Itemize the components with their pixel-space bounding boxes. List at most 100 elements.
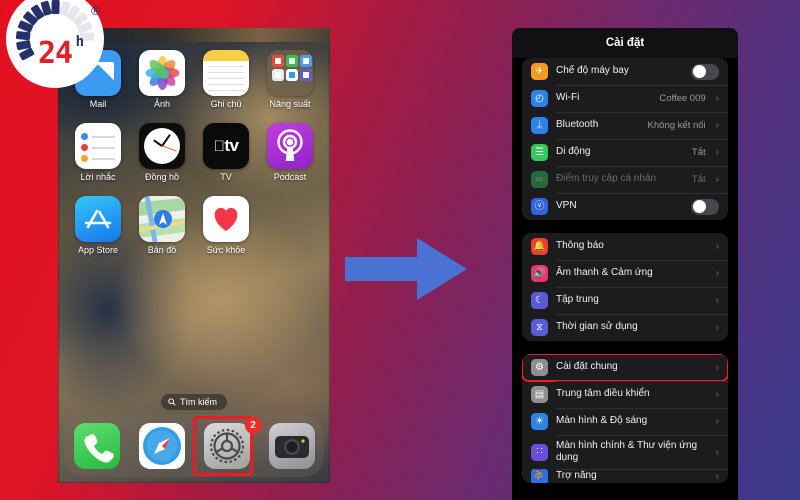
chevron-right-icon: › xyxy=(715,93,719,104)
settings-row-toggle[interactable] xyxy=(691,198,719,215)
app-label: Bản đồ xyxy=(147,245,177,255)
settings-row-t-p-trung[interactable]: ☾ Tập trung › xyxy=(522,287,728,314)
chevron-right-icon: › xyxy=(715,389,719,400)
settings-row-th-ng-b-o[interactable]: 🔔 Thông báo › xyxy=(522,233,728,260)
settings-row-label: VPN xyxy=(556,200,577,212)
settings-row-c-i-t-chung[interactable]: ⚙ Cài đặt chung › xyxy=(522,354,728,382)
settings-row-ch-m-y-bay[interactable]: ✈ Chế độ máy bay xyxy=(522,58,728,85)
settings-row-label: Màn hình & Độ sáng xyxy=(556,415,648,427)
settings-row-label: Âm thanh & Cảm ứng xyxy=(556,267,653,279)
settings-row-toggle[interactable] xyxy=(691,63,719,80)
settings-row-value: Không kết nối xyxy=(647,120,706,131)
health-icon xyxy=(203,196,249,242)
toggle-knob xyxy=(692,200,706,213)
reminder-line xyxy=(92,136,115,138)
chevron-right-icon: › xyxy=(715,362,719,373)
wifi-icon: ◴ xyxy=(531,90,548,107)
reminder-line xyxy=(92,158,115,160)
phone-home-screen: Mail Ảnh Ghi chú Năng suất Lời nhắc Đồng… xyxy=(58,28,330,483)
reminder-dot xyxy=(81,133,88,140)
hotspot-icon: ∞ xyxy=(531,171,548,188)
bottom-fade xyxy=(512,482,738,500)
dock-item-camera[interactable] xyxy=(264,423,320,469)
app-icon-clock[interactable]: Đồng hồ xyxy=(130,123,194,182)
accessibility-icon: ⛹ xyxy=(531,469,548,483)
chevron-right-icon: › xyxy=(715,322,719,333)
notes-line xyxy=(208,66,244,67)
notes-icon xyxy=(203,50,249,96)
reminders-icon xyxy=(75,123,121,169)
photos-icon xyxy=(139,50,185,96)
settings-row-vpn[interactable]: ⓥ VPN xyxy=(522,193,728,220)
settings-row-bluetooth[interactable]: ᛦ Bluetooth Không kết nối › xyxy=(522,112,728,139)
speaker-icon: 🔊 xyxy=(531,265,548,282)
settings-row-label: Di động xyxy=(556,146,591,158)
dock: 2 xyxy=(64,415,324,477)
settings-row-trung-t-m-i-u-khi-n[interactable]: ▤ Trung tâm điều khiển › xyxy=(522,381,728,408)
settings-row-m-n-h-nh-ch-nh-th-vi-n-ng-d-ng[interactable]: ∷ Màn hình chính & Thư viện ứng dụng › xyxy=(522,435,728,469)
settings-row-label: Trung tâm điều khiển xyxy=(556,388,650,400)
app-icon-tv[interactable]: tv TV xyxy=(194,123,258,182)
safari-icon xyxy=(138,423,185,469)
folder-mini-icon xyxy=(286,55,298,67)
settings-row-tr-n-ng[interactable]: ⛹ Trợ năng › xyxy=(522,469,728,483)
app-folder-productivity[interactable]: Năng suất xyxy=(258,50,322,109)
app-icon-notes[interactable]: Ghi chú xyxy=(194,50,258,109)
app-label: Sức khỏe xyxy=(206,245,246,255)
search-pill[interactable]: Tìm kiếm xyxy=(161,394,227,410)
search-icon xyxy=(168,398,176,406)
podcast-icon xyxy=(267,123,313,169)
folder-mini-icon xyxy=(272,55,284,67)
dock-item-settings[interactable]: 2 xyxy=(192,416,262,476)
appstore-icon xyxy=(75,196,121,242)
bell-icon: 🔔 xyxy=(531,238,548,255)
app-label: Ghi chú xyxy=(210,99,242,109)
control-center-icon: ▤ xyxy=(531,386,548,403)
chevron-right-icon: › xyxy=(715,416,719,427)
right-arrow xyxy=(345,238,467,305)
tv-icon: tv xyxy=(203,123,249,169)
chevron-right-icon: › xyxy=(715,174,719,185)
settings-row-label: Điểm truy cập cá nhân xyxy=(556,173,657,185)
app-icon-podcast[interactable]: Podcast xyxy=(258,123,322,182)
app-icon-appstore[interactable]: App Store xyxy=(66,196,130,255)
home-screen-icon: ∷ xyxy=(531,443,548,461)
app-icon-maps[interactable]: Bản đồ xyxy=(130,196,194,255)
settings-row-label: Trợ năng xyxy=(556,469,597,481)
chevron-right-icon: › xyxy=(715,120,719,131)
settings-row-th-i-gian-s-d-ng[interactable]: ⧖ Thời gian sử dụng › xyxy=(522,314,728,341)
settings-row-value: Tắt xyxy=(691,147,706,158)
settings-row-label: Tập trung xyxy=(556,294,599,306)
search-label: Tìm kiếm xyxy=(180,397,217,407)
settings-panel: Cài đặt ✈ Chế độ máy bay ◴ Wi-Fi Coffee 009 ›… xyxy=(512,28,738,500)
dock-item-safari[interactable] xyxy=(134,423,190,469)
chevron-right-icon: › xyxy=(715,241,719,252)
settings-row-value: Coffee 009 xyxy=(659,93,706,104)
settings-row-m-thanh-c-m-ng[interactable]: 🔊 Âm thanh & Cảm ứng › xyxy=(522,260,728,287)
toggle-knob xyxy=(692,65,706,78)
app-icon-health[interactable]: Sức khỏe xyxy=(194,196,258,255)
folder-mini-icon xyxy=(286,69,298,81)
app-label: Năng suất xyxy=(269,99,311,109)
app-icon-reminders[interactable]: Lời nhắc xyxy=(66,123,130,182)
settings-badge: 2 xyxy=(244,417,262,434)
app-grid: Mail Ảnh Ghi chú Năng suất Lời nhắc Đồng… xyxy=(66,50,322,255)
brightness-icon: ☀ xyxy=(531,413,548,430)
settings-row-m-n-h-nh-s-ng[interactable]: ☀ Màn hình & Độ sáng › xyxy=(522,408,728,435)
bluetooth-icon: ᛦ xyxy=(531,117,548,134)
settings-row-di-ng[interactable]: ☰ Di động Tắt › xyxy=(522,139,728,166)
moon-icon: ☾ xyxy=(531,292,548,309)
settings-list[interactable]: ✈ Chế độ máy bay ◴ Wi-Fi Coffee 009 › ᛦ Bluetoo… xyxy=(512,58,738,483)
app-icon-photos[interactable]: Ảnh xyxy=(130,50,194,109)
dock-item-phone[interactable] xyxy=(69,423,125,469)
settings-row-label: Thông báo xyxy=(556,240,604,252)
reminder-line xyxy=(92,147,115,149)
settings-row-label: Chế độ máy bay xyxy=(556,65,629,77)
hourglass-icon: ⧖ xyxy=(531,319,548,336)
app-label: App Store xyxy=(77,245,119,255)
settings-row-i-m-truy-c-p-c-nh-n[interactable]: ∞ Điểm truy cập cá nhân Tắt › xyxy=(522,166,728,193)
settings-group: ✈ Chế độ máy bay ◴ Wi-Fi Coffee 009 › ᛦ Bluetoo… xyxy=(522,58,728,220)
app-label: Lời nhắc xyxy=(80,172,116,182)
camera-icon xyxy=(268,423,315,469)
settings-row-wi-fi[interactable]: ◴ Wi-Fi Coffee 009 › xyxy=(522,85,728,112)
